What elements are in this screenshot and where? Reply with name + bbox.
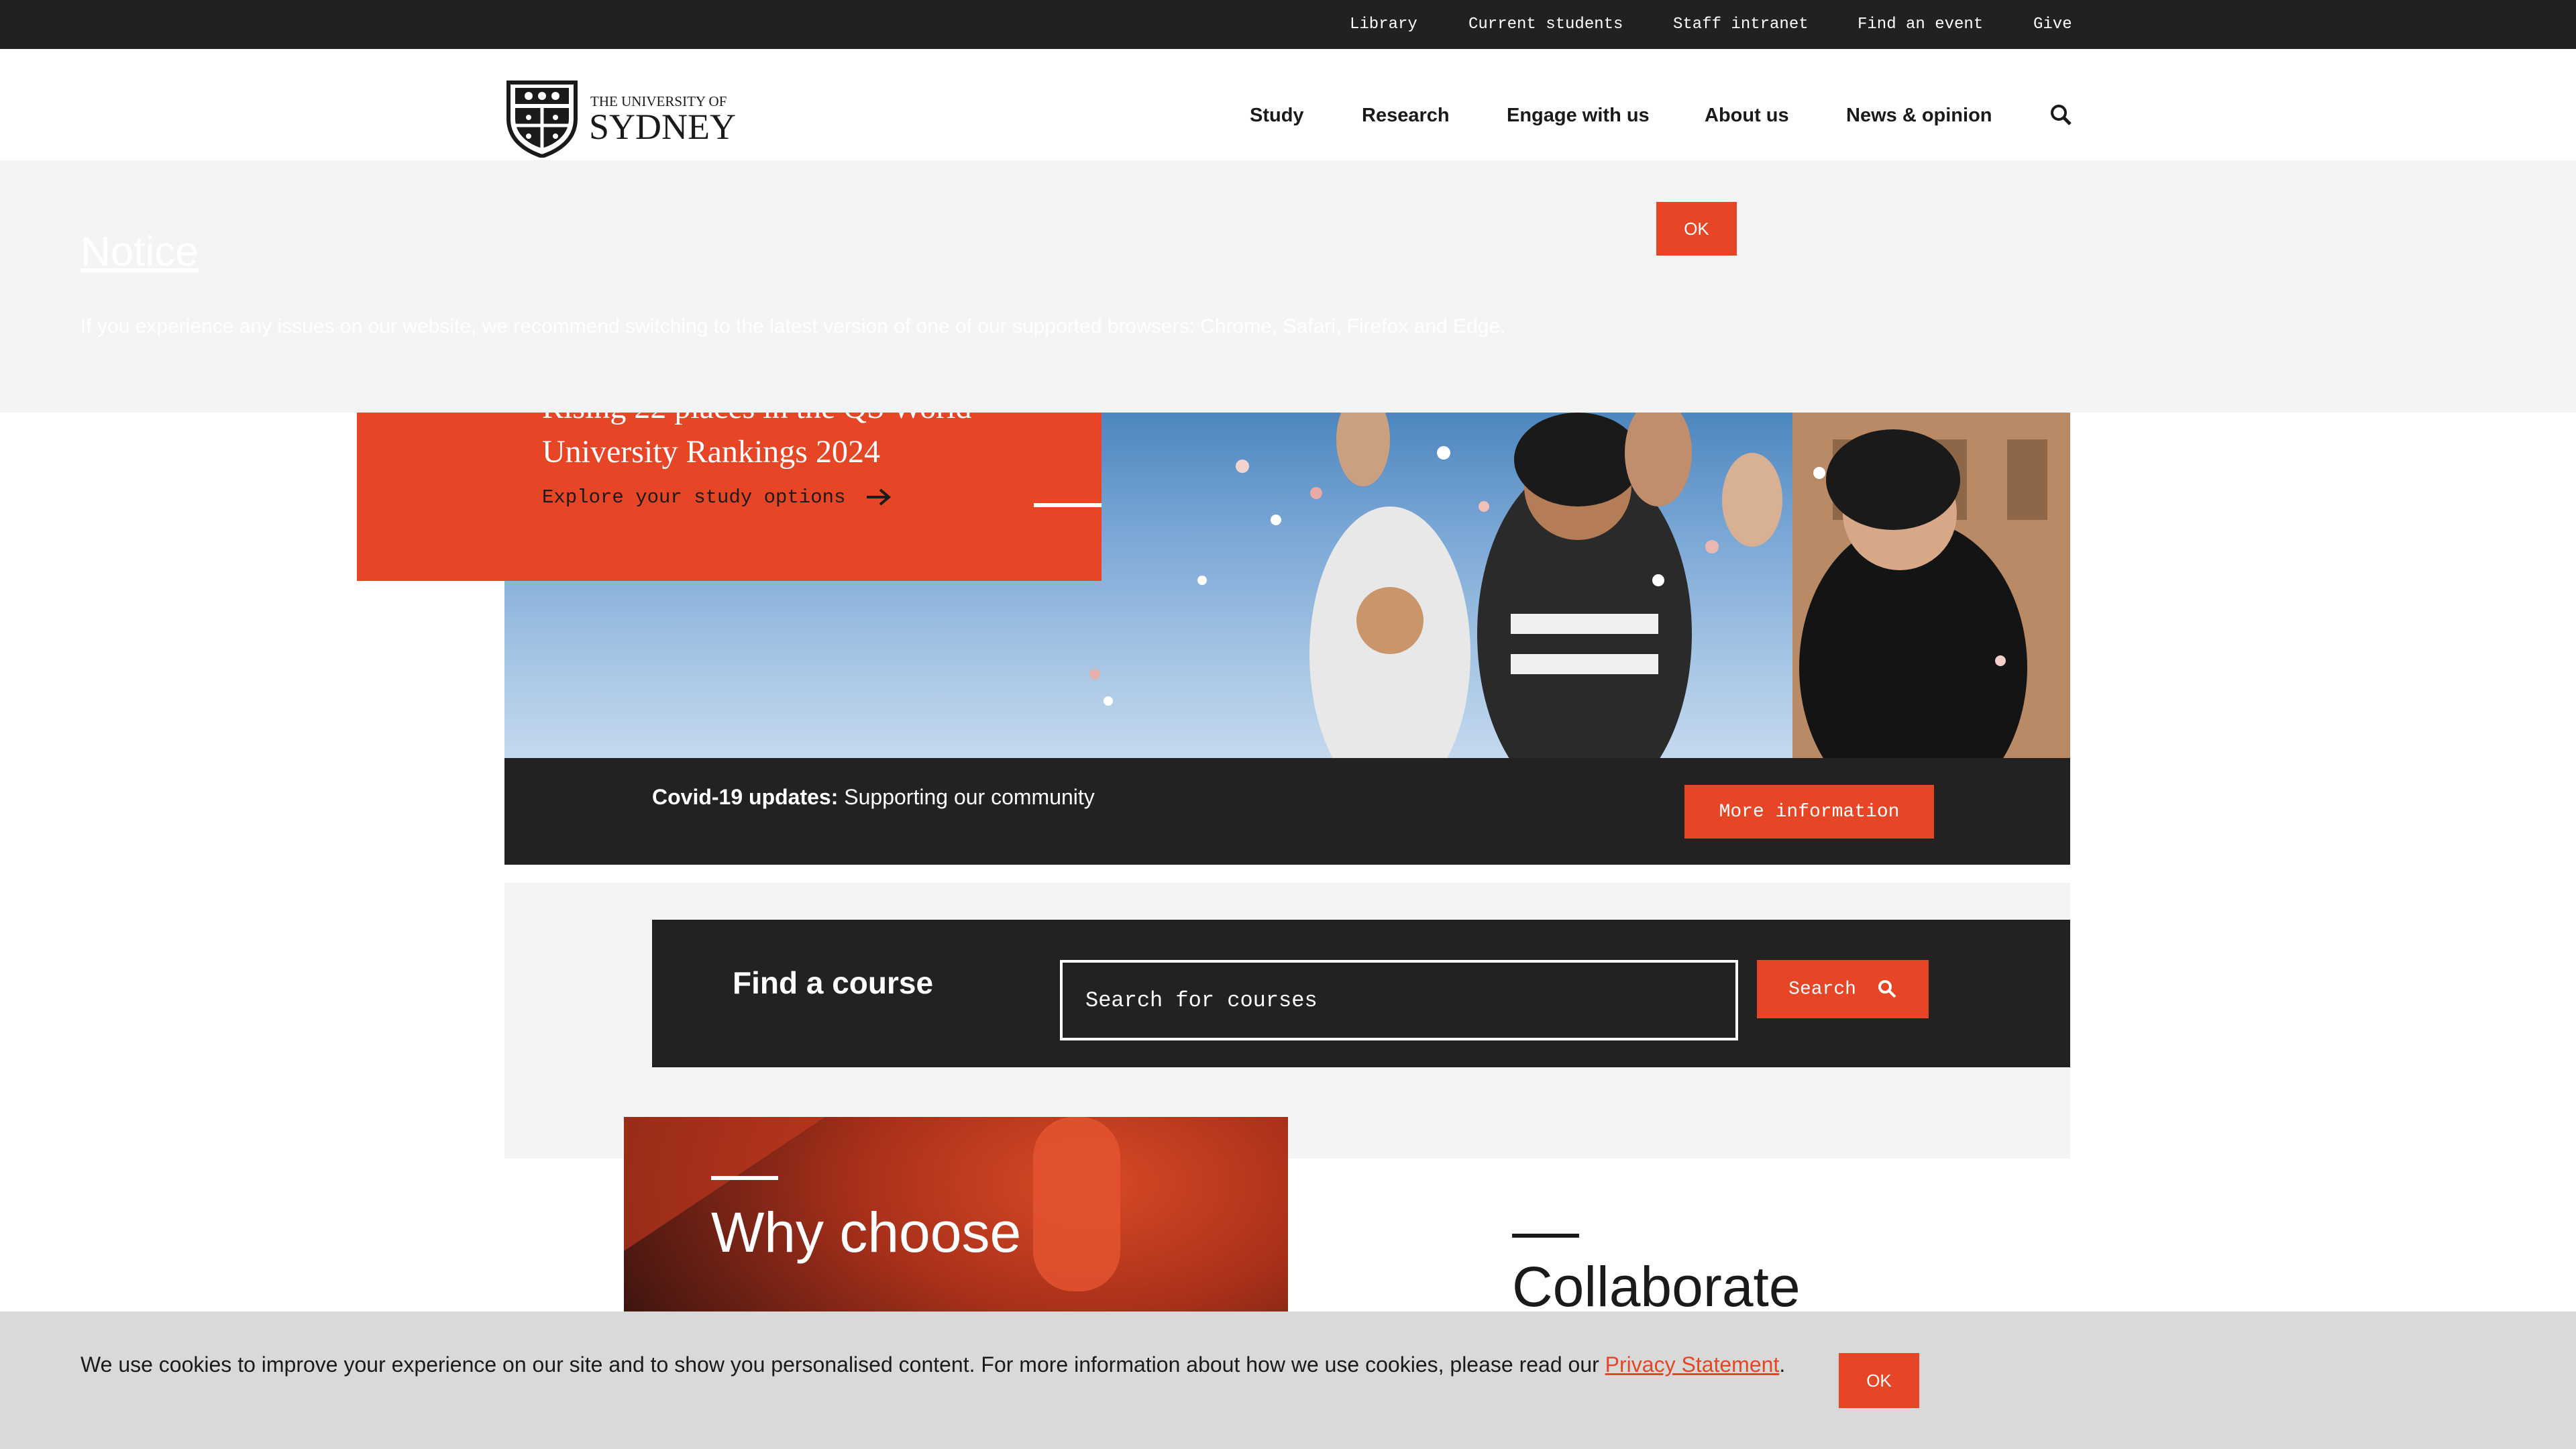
course-search-label: Search [1788,979,1856,1000]
logo-line2: SYDNEY [589,107,737,147]
covid-message: Supporting our community [844,785,1095,809]
nav-news-opinion[interactable]: News & opinion [1846,102,1992,129]
find-course-title: Find a course [733,965,934,1000]
collaborate-accent-line [1512,1234,1579,1238]
hero-link-label: Explore your study options [542,486,846,508]
collaborate-heading: Collaborate [1512,1255,1801,1318]
nav-about-us[interactable]: About us [1705,102,1789,129]
utility-link-staff-intranet[interactable]: Staff intranet [1673,0,1809,49]
nav-engage-with-us[interactable]: Engage with us [1507,102,1650,129]
covid-text: Covid-19 updates: Supporting our communi… [652,785,1095,810]
notice-banner [0,160,2576,413]
notice-text: If you experience any issues on our webs… [80,315,1506,337]
hero-link[interactable]: Explore your study options [542,486,892,508]
why-choose-heading: Why choose [711,1201,1022,1264]
utility-link-give[interactable]: Give [2033,0,2072,49]
utility-link-find-an-event[interactable]: Find an event [1858,0,1983,49]
cookie-ok-button[interactable]: OK [1839,1353,1919,1408]
cookie-message: We use cookies to improve your experienc… [80,1352,1599,1377]
course-search-input[interactable] [1060,960,1738,1040]
why-choose-accent-line [711,1176,778,1180]
search-icon[interactable] [2049,103,2072,126]
notice-title[interactable]: Notice [80,228,199,276]
notice-ok-button[interactable]: OK [1656,202,1737,256]
search-icon [1878,979,1896,998]
cookie-banner [0,1311,2576,1449]
cookie-text: We use cookies to improve your experienc… [80,1352,1785,1377]
course-search-button[interactable]: Search [1757,960,1929,1018]
crest-icon [506,80,578,158]
hero-accent-line [1034,503,1102,507]
nav-research[interactable]: Research [1362,102,1450,129]
utility-link-library[interactable]: Library [1350,0,1417,49]
privacy-statement-link[interactable]: Privacy Statement [1605,1352,1780,1377]
utility-link-current-students[interactable]: Current students [1468,0,1623,49]
covid-label: Covid-19 updates: [652,785,839,809]
more-information-button[interactable]: More information [1684,785,1934,839]
cookie-period: . [1779,1352,1786,1377]
nav-study[interactable]: Study [1250,102,1304,129]
arrow-right-icon [866,488,891,506]
university-logo[interactable]: THE UNIVERSITY OF SYDNEY [504,78,737,158]
utility-bar: Library Current students Staff intranet … [0,0,2576,49]
